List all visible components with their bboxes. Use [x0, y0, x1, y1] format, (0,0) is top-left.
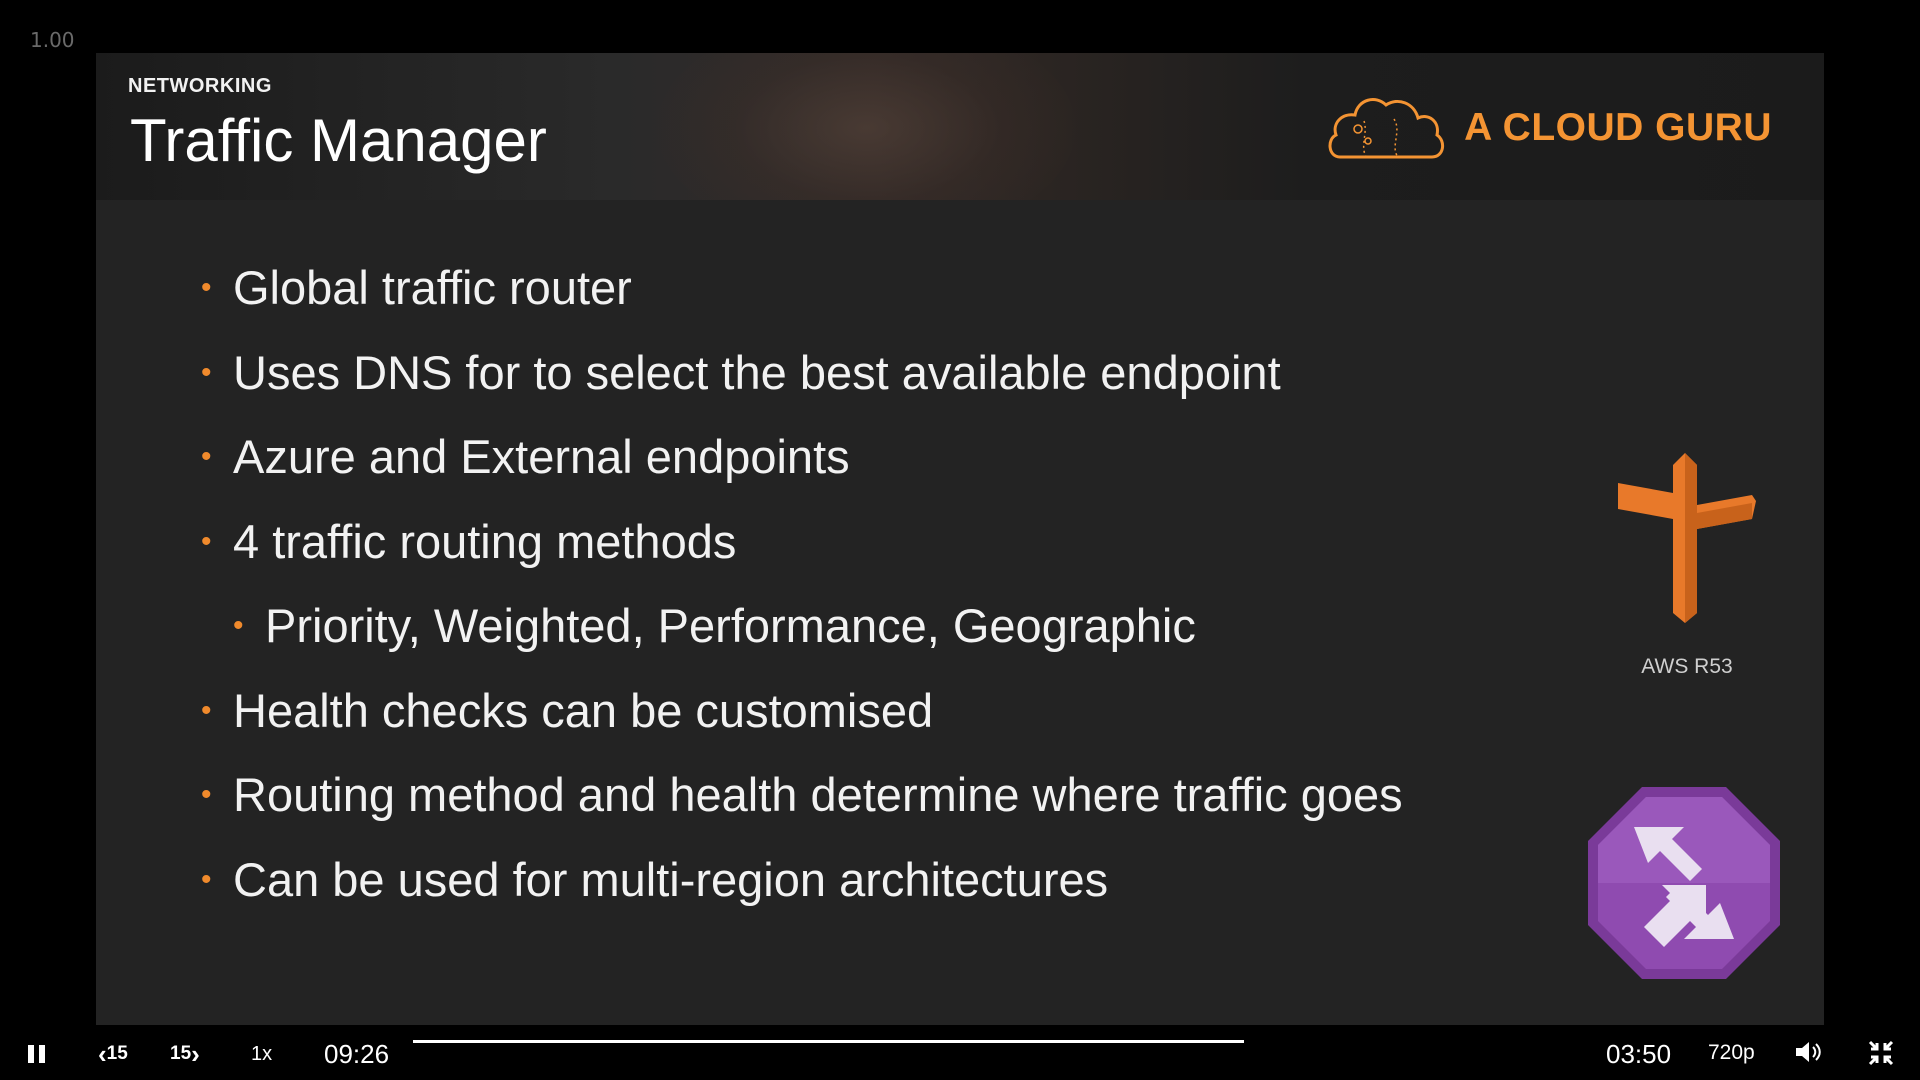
progress-bar[interactable] — [413, 1040, 1244, 1043]
bullet-list: • Global traffic router • Uses DNS for to s… — [201, 246, 1601, 922]
player-controls: ‹ 15 15 › 1x 09:26 03:50 720p — [0, 1025, 1920, 1080]
bullet-item: • Azure and External endpoints — [201, 415, 1601, 500]
bullet-dot: • — [233, 609, 244, 642]
bullet-dot: • — [201, 862, 212, 896]
bullet-text: 4 traffic routing methods — [233, 514, 737, 568]
pause-icon[interactable] — [28, 1045, 46, 1063]
brand-name: A CLOUD GURU — [1464, 106, 1772, 149]
bullet-dot: • — [201, 271, 212, 304]
bullet-text: Priority, Weighted, Performance, Geograp… — [265, 599, 1196, 652]
bullet-dot: • — [201, 778, 212, 811]
chevron-left-icon: ‹ — [98, 1039, 107, 1069]
bullet-text: Health checks can be customised — [233, 683, 934, 737]
bullet-text: Can be used for multi-region architectur… — [233, 852, 1109, 906]
exit-fullscreen-icon[interactable] — [1868, 1040, 1894, 1066]
slide-header: NETWORKING Traffic Manager A CLOUD GURU — [96, 53, 1824, 200]
bullet-text: Azure and External endpoints — [233, 430, 850, 483]
bullet-item: • Routing method and health determine whe… — [201, 753, 1601, 838]
playback-speed-button[interactable]: 1x — [251, 1043, 272, 1066]
rewind-15-button[interactable]: ‹ 15 — [98, 1041, 128, 1067]
aws-r53-label: AWS R53 — [1641, 655, 1733, 678]
bullet-text: Global traffic router — [233, 261, 632, 314]
bullet-text: Routing method and health determine wher… — [233, 768, 1403, 821]
section-label: NETWORKING — [128, 75, 272, 97]
presenter-overlay — [656, 53, 1076, 200]
bullet-item: • Can be used for multi-region architectu… — [201, 838, 1601, 923]
forward-15-button[interactable]: 15 › — [170, 1041, 200, 1067]
remaining-time: 03:50 — [1606, 1039, 1672, 1069]
rewind-seconds-label: 15 — [106, 1043, 128, 1064]
route53-signpost-icon — [1618, 453, 1756, 623]
brand-logo: A CLOUD GURU — [1324, 91, 1772, 165]
bullet-text: Uses DNS for to select the best availabl… — [233, 345, 1281, 399]
zoom-indicator: 1.00 — [30, 28, 75, 52]
current-time: 09:26 — [324, 1039, 390, 1069]
video-frame[interactable]: NETWORKING Traffic Manager A CLOUD GURU … — [96, 53, 1824, 1025]
cloud-logo-icon — [1328, 98, 1445, 159]
bullet-item: • Uses DNS for to select the best availab… — [201, 331, 1601, 416]
forward-seconds-label: 15 — [170, 1043, 192, 1064]
bullet-item: • Global traffic router — [201, 246, 1601, 331]
bullet-dot: • — [201, 440, 212, 473]
bullet-item: • 4 traffic routing methods — [201, 500, 1601, 585]
slide-title: Traffic Manager — [130, 107, 547, 174]
chevron-right-icon: › — [191, 1039, 200, 1069]
bullet-item: • Health checks can be customised — [201, 669, 1601, 754]
sub-bullet-item: • Priority, Weighted, Performance, Geogra… — [201, 584, 1601, 669]
volume-icon[interactable] — [1794, 1040, 1824, 1064]
bullet-dot: • — [201, 524, 212, 558]
bullet-dot: • — [201, 693, 212, 727]
quality-button[interactable]: 720p — [1708, 1041, 1755, 1065]
traffic-manager-icon — [1588, 787, 1780, 979]
bullet-dot: • — [201, 355, 212, 389]
video-player: 1.00 NETWORKING Traffic Manager A CLOUD … — [0, 0, 1920, 1080]
